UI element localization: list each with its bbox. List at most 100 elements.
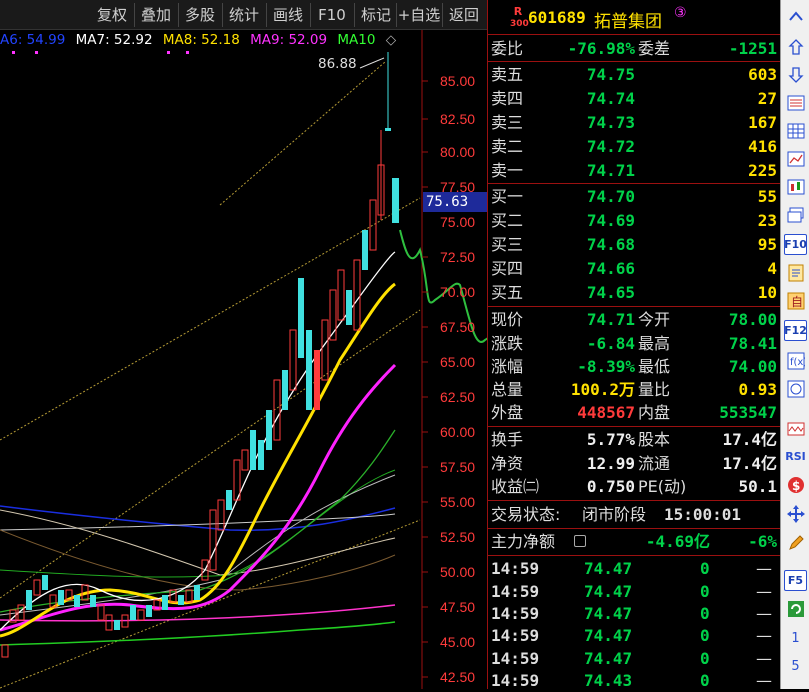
axis-label: 85.00 (440, 73, 475, 89)
candle (114, 620, 120, 630)
separator (488, 306, 780, 307)
main-flow-row[interactable]: 主力净额 -4.69亿 -6% (488, 530, 780, 553)
candle (369, 199, 377, 251)
draw-line-button[interactable]: 画线 (268, 4, 308, 26)
bid-row: 买二 74.69 23 (491, 211, 777, 230)
marker-dots (12, 51, 189, 54)
axis-label: 62.50 (440, 389, 475, 405)
statistics-button[interactable]: 统计 (224, 4, 264, 26)
candle (185, 589, 193, 603)
ask-row: 卖五 74.75 603 (491, 65, 777, 84)
axis-label: 47.50 (440, 599, 475, 615)
fuquan-button[interactable]: 复权 (92, 4, 132, 26)
high-label: 86.88 (318, 56, 357, 72)
kline-chart[interactable]: 86.88 85.00 82.50 80.00 77.50 75.00 72.5… (0, 30, 487, 689)
line-chart-icon[interactable] (784, 148, 807, 169)
five-icon[interactable]: 5 (784, 656, 807, 677)
separator (442, 3, 443, 27)
tick-row: 14:59 74.47 0— (491, 559, 772, 578)
stat-row: 总量 100.2万 量比 0.93 (491, 380, 777, 399)
ask-row: 卖三 74.73 167 (491, 113, 777, 132)
radar-icon[interactable] (784, 378, 807, 399)
axis-label: 75.00 (440, 214, 475, 230)
one-icon[interactable]: 1 (784, 628, 807, 649)
up-arrow-icon[interactable] (784, 36, 807, 57)
axis-label: 82.50 (440, 111, 475, 127)
candle (353, 259, 361, 331)
add-watchlist-button[interactable]: +自选 (397, 4, 441, 26)
candle (337, 269, 345, 321)
move-icon[interactable] (784, 503, 807, 524)
candle (241, 449, 249, 471)
multi-stock-button[interactable]: 多股 (180, 4, 220, 26)
candle (266, 410, 272, 450)
function-icon[interactable]: f(x) (784, 350, 807, 371)
bid-row: 买三 74.68 95 (491, 235, 777, 254)
candle (321, 319, 329, 381)
refresh-icon[interactable] (784, 598, 807, 619)
grid-icon[interactable] (784, 120, 807, 141)
money-icon[interactable]: $ (784, 474, 807, 495)
separator (134, 3, 135, 27)
separator (488, 500, 780, 501)
candle (33, 579, 41, 596)
candle (306, 330, 312, 410)
candle (298, 278, 304, 358)
list-icon[interactable] (574, 535, 586, 547)
f5-icon[interactable]: F5 (784, 570, 807, 591)
candle (130, 605, 136, 620)
wave-icon[interactable] (784, 418, 807, 439)
tick-row: 14:59 74.47 0— (491, 626, 772, 645)
ask-row: 卖二 74.72 416 (491, 137, 777, 156)
trend-line-1 (0, 197, 421, 441)
axis-label: 65.00 (440, 354, 475, 370)
axis-label: 50.00 (440, 564, 475, 580)
separator (488, 426, 780, 427)
layers-icon[interactable] (784, 204, 807, 225)
quote-panel: R 300 601689 拓普集团 ③ 委比 -76.98% 委差 -1251 … (488, 0, 780, 690)
axis-label: 67.50 (440, 319, 475, 335)
separator (222, 3, 223, 27)
candle (258, 440, 264, 470)
zixuan-icon[interactable]: 自 (784, 290, 807, 311)
pen-icon[interactable] (784, 532, 807, 553)
f10-icon[interactable]: F10 (784, 234, 807, 255)
high-marker-line (359, 57, 385, 69)
candle-top (385, 128, 391, 131)
axis-ticks (422, 80, 428, 678)
stock-header: R 300 601689 拓普集团 ③ (488, 0, 780, 34)
candle (42, 575, 48, 590)
doc-icon[interactable] (784, 262, 807, 283)
candle (178, 595, 184, 605)
chart-toolbar: 复权 叠加 多股 统计 画线 F10 标记 +自选 返回 (0, 0, 487, 30)
scroll-up-icon[interactable] (784, 6, 807, 27)
candles (1, 52, 399, 658)
axis-label: 72.50 (440, 249, 475, 265)
ask-row: 卖四 74.74 27 (491, 89, 777, 108)
back-button[interactable]: 返回 (444, 4, 484, 26)
overlay-button[interactable]: 叠加 (136, 4, 176, 26)
mark-button[interactable]: 标记 (356, 4, 396, 26)
rsi-icon[interactable]: RSI (784, 446, 807, 467)
ma-long-green (0, 621, 396, 646)
axis-label: 55.00 (440, 494, 475, 510)
axis-label: 60.00 (440, 424, 475, 440)
axis-label: 45.00 (440, 634, 475, 650)
f12-icon[interactable]: F12 (784, 320, 807, 341)
market-badge: R 300 (510, 5, 529, 30)
candle (105, 614, 113, 631)
f10-button[interactable]: F10 (312, 4, 352, 26)
stat-row: 净资 12.99 流通 17.4亿 (491, 454, 777, 473)
candle (217, 499, 225, 531)
current-price-label: 75.63 (423, 192, 487, 212)
candle (362, 230, 368, 270)
svg-text:f(x): f(x) (790, 357, 805, 368)
candle (146, 605, 152, 617)
table-icon[interactable] (784, 92, 807, 113)
down-arrow-icon[interactable] (784, 64, 807, 85)
candle-icon[interactable] (784, 176, 807, 197)
candle (250, 430, 256, 470)
candle (26, 590, 32, 610)
tick-row: 14:59 74.47 0— (491, 582, 772, 601)
separator (488, 34, 780, 35)
